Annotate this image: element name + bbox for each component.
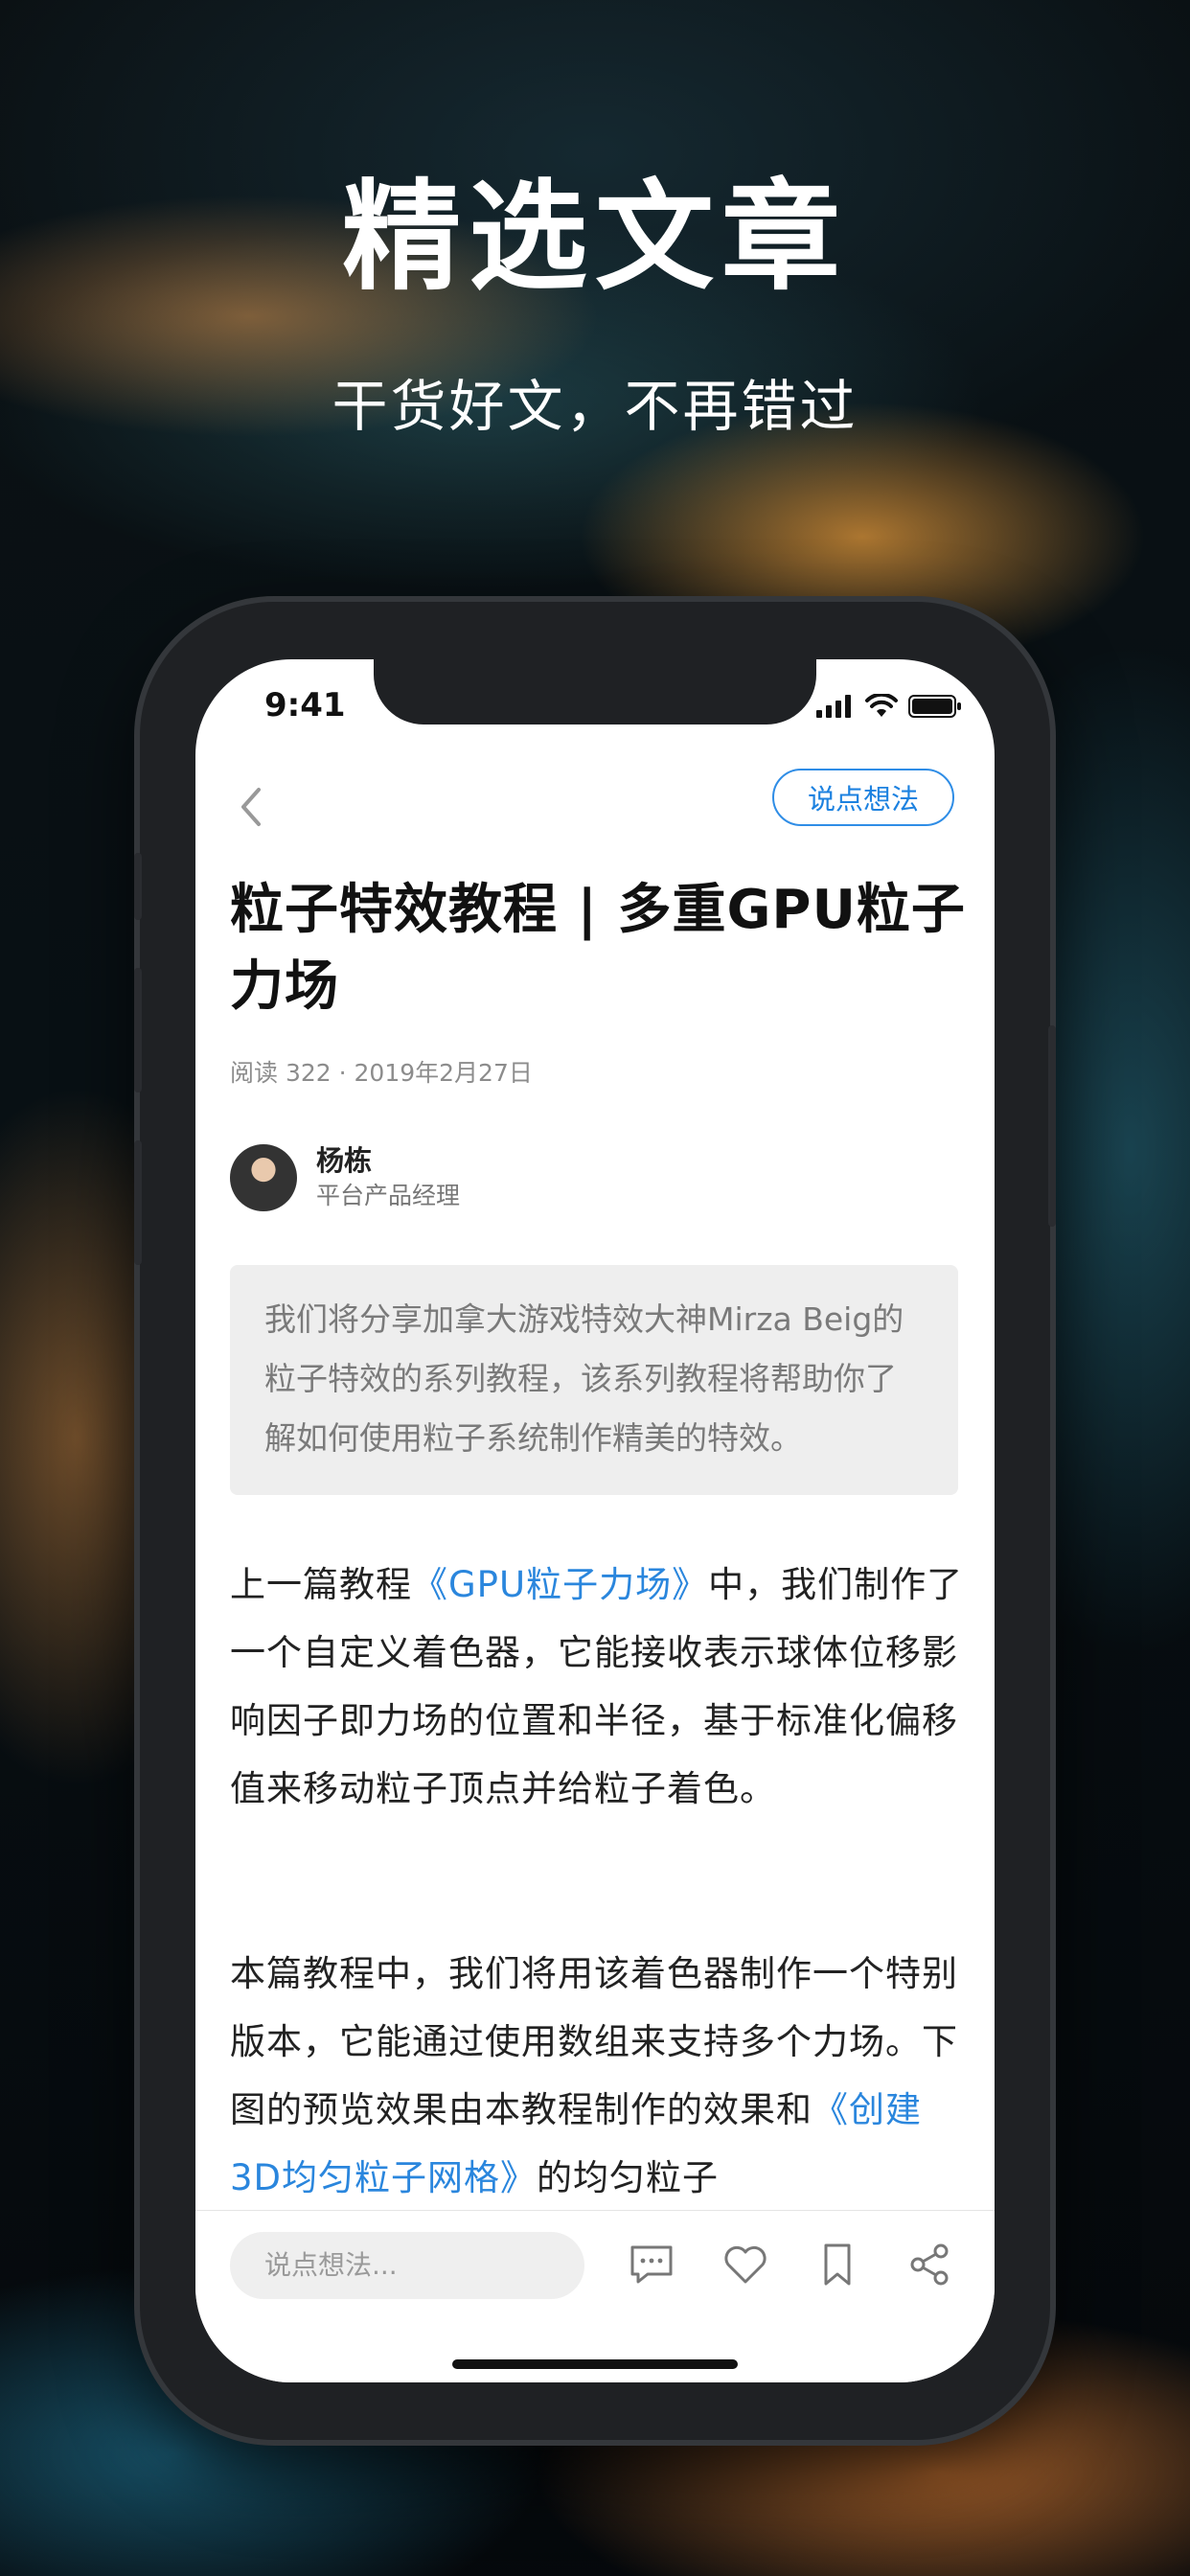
comment-icon (630, 2245, 673, 2284)
author-name: 杨栋 (316, 1144, 373, 1177)
notch (374, 659, 816, 724)
status-icons (816, 694, 962, 719)
paragraph-text: 上一篇教程 (230, 1564, 412, 1605)
bottom-action-bar: 说点想法... (195, 2210, 995, 2382)
status-time: 9:41 (264, 686, 346, 724)
article-paragraph-2: 本篇教程中，我们将用该着色器制作一个特别版本，它能通过使用数组来支持多个力场。下… (230, 1940, 968, 2212)
phone-side-button (1048, 1025, 1056, 1227)
author-info[interactable]: 杨栋 平台产品经理 (230, 1142, 460, 1213)
promo-subtitle: 干货好文，不再错过 (332, 374, 858, 439)
home-indicator (452, 2359, 738, 2369)
article-meta: 阅读 322 · 2019年2月27日 (230, 1059, 533, 1087)
share-icon (910, 2243, 949, 2286)
like-button[interactable] (721, 2240, 770, 2289)
chevron-left-icon (241, 788, 261, 826)
comment-input[interactable]: 说点想法... (230, 2232, 584, 2299)
back-button[interactable] (230, 778, 272, 836)
author-role: 平台产品经理 (316, 1182, 461, 1209)
article-paragraph-1: 上一篇教程《GPU粒子力场》中，我们制作了一个自定义着色器，它能接收表示球体位移… (230, 1551, 968, 1823)
phone-side-button (134, 853, 142, 920)
battery-icon (908, 695, 961, 718)
phone-side-button (134, 1140, 142, 1265)
article-link-gpu-force-field[interactable]: 《GPU粒子力场》 (412, 1564, 708, 1605)
opinion-button[interactable]: 说点想法 (772, 769, 954, 826)
promo-title: 精选文章 (341, 169, 848, 307)
author-avatar[interactable] (230, 1144, 297, 1211)
article-title: 粒子特效教程 | 多重GPU粒子力场 (230, 879, 966, 1018)
paragraph-text: 的均匀粒子 (537, 2157, 720, 2198)
like-heart-icon (724, 2245, 767, 2284)
bookmark-button[interactable] (812, 2240, 862, 2289)
phone-side-button (134, 968, 142, 1092)
bookmark-icon (824, 2243, 851, 2286)
cellular-signal-icon (816, 695, 851, 718)
wifi-icon (865, 694, 898, 717)
phone-screen: 9:41 说点想法 粒子特效教程 | 多重GPU粒子力场 阅读 322 · 20… (195, 659, 995, 2382)
share-button[interactable] (904, 2240, 954, 2289)
article-summary: 我们将分享加拿大游戏特效大神Mirza Beig的粒子特效的系列教程，该系列教程… (230, 1265, 958, 1495)
comment-button[interactable] (627, 2240, 676, 2289)
